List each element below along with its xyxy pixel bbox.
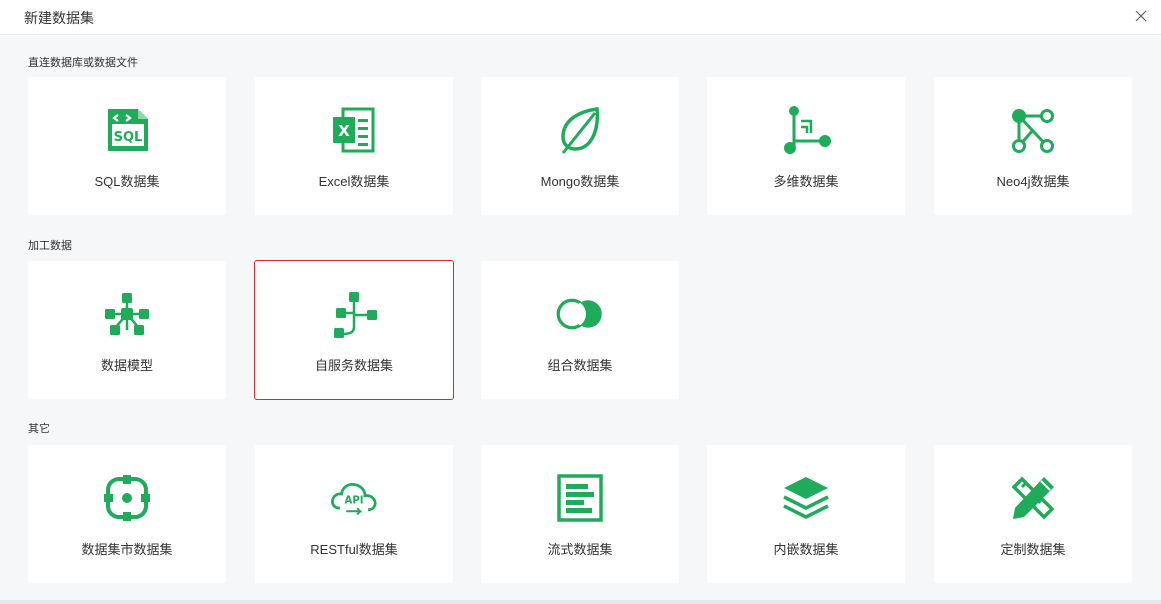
- card-sql-dataset[interactable]: SQL SQL数据集: [28, 77, 226, 215]
- svg-text:X: X: [338, 122, 350, 140]
- close-icon[interactable]: [1133, 8, 1149, 24]
- section-title-other: 其它: [28, 423, 50, 435]
- card-label: 组合数据集: [547, 358, 613, 373]
- self-service-icon: [329, 289, 379, 339]
- card-label: 数据模型: [100, 358, 153, 373]
- excel-file-icon: X: [329, 105, 379, 155]
- section-title-processing: 加工数据: [28, 240, 72, 252]
- card-label: 自服务数据集: [314, 358, 393, 373]
- section-title-direct: 直连数据库或数据文件: [28, 57, 138, 69]
- neo4j-graph-icon: [1008, 105, 1058, 155]
- svg-text:SQL: SQL: [114, 130, 143, 145]
- card-streaming-dataset[interactable]: 流式数据集: [481, 445, 679, 583]
- card-label: 数据集市数据集: [81, 542, 173, 557]
- card-mongo-dataset[interactable]: Mongo数据集: [481, 77, 679, 215]
- card-multidim-dataset[interactable]: 多维数据集: [707, 77, 905, 215]
- svg-text:API: API: [344, 495, 363, 506]
- card-data-model[interactable]: 数据模型: [28, 261, 226, 399]
- custom-pencil-ruler-icon: [1008, 473, 1058, 523]
- card-custom-dataset[interactable]: 定制数据集: [934, 445, 1132, 583]
- card-label: Neo4j数据集: [996, 174, 1070, 189]
- card-embedded-dataset[interactable]: 内嵌数据集: [707, 445, 905, 583]
- data-mart-icon: [102, 473, 152, 523]
- card-label: 流式数据集: [547, 542, 613, 557]
- stream-icon: [555, 473, 605, 523]
- card-label: Excel数据集: [318, 174, 390, 189]
- card-data-mart-dataset[interactable]: 数据集市数据集: [28, 445, 226, 583]
- combine-circles-icon: [555, 289, 605, 339]
- card-label: RESTful数据集: [310, 542, 398, 557]
- card-label: 内嵌数据集: [773, 542, 839, 557]
- card-self-service-dataset[interactable]: 自服务数据集: [254, 260, 454, 400]
- card-label: 定制数据集: [1000, 542, 1066, 557]
- sql-file-icon: SQL: [102, 105, 152, 155]
- embedded-layers-icon: [781, 473, 831, 523]
- card-neo4j-dataset[interactable]: Neo4j数据集: [934, 77, 1132, 215]
- new-dataset-dialog: 新建数据集 直连数据库或数据文件 SQL SQL数据集 X Excel数据集 M…: [0, 0, 1161, 604]
- dialog-title: 新建数据集: [24, 10, 94, 26]
- card-combined-dataset[interactable]: 组合数据集: [481, 261, 679, 399]
- card-label: SQL数据集: [94, 174, 160, 189]
- mongo-leaf-icon: [555, 105, 605, 155]
- card-label: Mongo数据集: [540, 174, 620, 189]
- card-excel-dataset[interactable]: X Excel数据集: [255, 77, 453, 215]
- card-label: 多维数据集: [773, 174, 839, 189]
- data-model-icon: [102, 289, 152, 339]
- api-cloud-icon: API: [329, 473, 379, 523]
- multidimensional-icon: [781, 105, 831, 155]
- dialog-header: 新建数据集: [0, 0, 1161, 35]
- dialog-bottom-border: [0, 600, 1161, 604]
- card-restful-dataset[interactable]: API RESTful数据集: [255, 445, 453, 583]
